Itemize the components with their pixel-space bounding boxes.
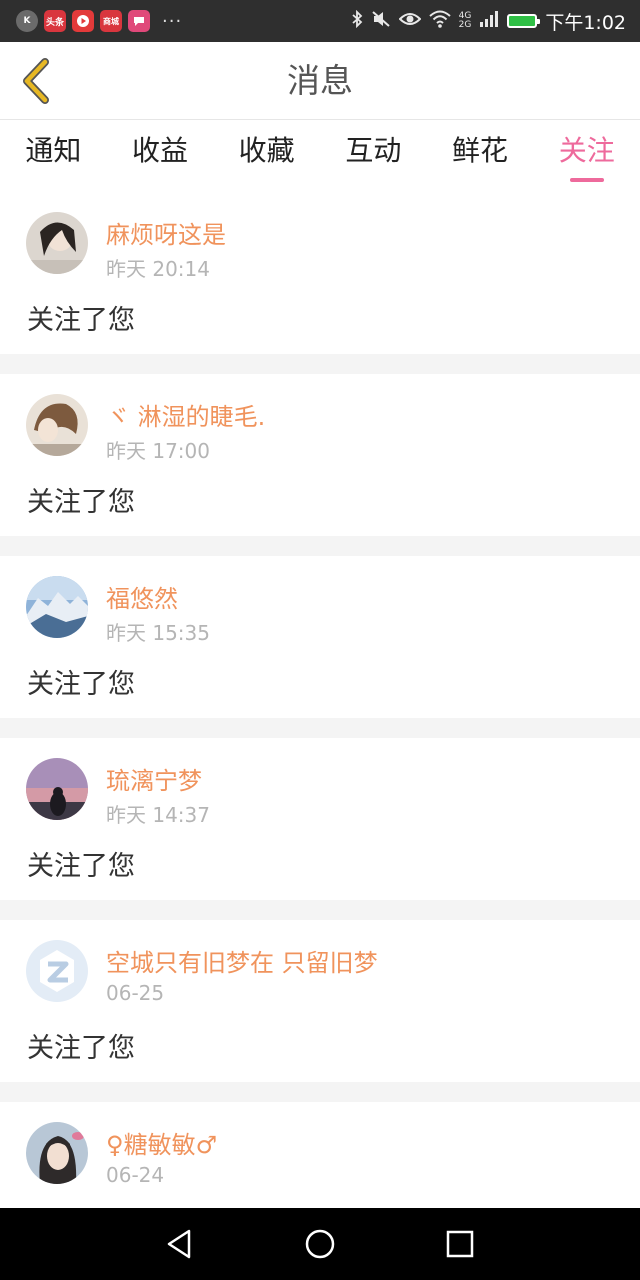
avatar[interactable] <box>26 1122 88 1184</box>
follow-message: 关注了您 <box>27 305 135 336</box>
timestamp: 昨天 14:37 <box>106 803 210 827</box>
divider <box>0 354 640 374</box>
tab-interactions[interactable]: 互动 <box>320 120 427 192</box>
network-type-icon: 4G 2G <box>458 11 472 30</box>
toutiao-icon: 头条 <box>44 10 66 32</box>
battery-icon <box>507 14 541 28</box>
divider <box>0 536 640 556</box>
tab-label: 通知 <box>25 134 82 167</box>
avatar[interactable] <box>26 576 88 638</box>
user-name[interactable]: 福悠然 <box>106 579 178 614</box>
follow-message: 关注了您 <box>27 669 135 700</box>
follow-message: 关注了您 <box>27 851 135 882</box>
tab-earnings[interactable]: 收益 <box>107 120 214 192</box>
tab-bar: 通知 收益 收藏 互动 鲜花 关注 <box>0 120 640 192</box>
chat-app-icon <box>128 10 150 32</box>
signal-icon <box>479 11 499 31</box>
avatar[interactable] <box>26 940 88 1002</box>
list-item[interactable]: 福悠然 昨天 15:35 关注了您 <box>0 556 640 718</box>
mute-icon <box>371 10 391 32</box>
home-circle-icon <box>305 1229 335 1259</box>
list-item[interactable]: ヾ 淋湿的睫毛. 昨天 17:00 关注了您 <box>0 374 640 536</box>
divider <box>0 900 640 920</box>
tab-label: 关注 <box>558 134 615 167</box>
k-app-icon: K <box>16 10 38 32</box>
back-button[interactable] <box>14 56 58 106</box>
clock: 下午1:02 <box>545 11 626 34</box>
timestamp: 06-25 <box>106 981 165 1005</box>
tab-follows[interactable]: 关注 <box>533 120 640 192</box>
active-tab-indicator <box>569 178 604 182</box>
more-notifications-icon: ··· <box>162 10 183 32</box>
timestamp: 昨天 15:35 <box>106 621 210 645</box>
list-item[interactable]: 空城只有旧梦在 只留旧梦 06-25 关注了您 <box>0 920 640 1082</box>
user-name[interactable]: ヾ 淋湿的睫毛. <box>106 397 265 432</box>
user-name[interactable]: 琉漓宁梦 <box>106 761 202 796</box>
user-name[interactable]: 麻烦呀这是 <box>106 215 226 250</box>
status-bar: K 头条 商城 ··· 4G 2G 下午1:02 <box>0 0 640 42</box>
avatar[interactable] <box>26 212 88 274</box>
tab-flowers[interactable]: 鲜花 <box>427 120 534 192</box>
chevron-left-icon <box>23 58 49 104</box>
recents-square-icon <box>446 1230 474 1258</box>
app-header: 消息 <box>0 42 640 120</box>
tab-notifications[interactable]: 通知 <box>0 120 107 192</box>
avatar[interactable] <box>26 758 88 820</box>
divider <box>0 718 640 738</box>
user-name[interactable]: 空城只有旧梦在 只留旧梦 <box>106 943 378 978</box>
wifi-icon <box>428 10 451 32</box>
user-name[interactable]: ♀糖敏敏♂ <box>106 1125 217 1160</box>
nav-back-button[interactable] <box>160 1224 200 1264</box>
shop-app-icon: 商城 <box>100 10 122 32</box>
eye-icon <box>398 11 422 31</box>
bluetooth-icon <box>351 9 363 32</box>
system-nav-bar <box>0 1208 640 1280</box>
follow-message: 关注了您 <box>27 1033 135 1064</box>
tab-label: 收益 <box>132 134 189 167</box>
video-app-icon <box>72 10 94 32</box>
divider <box>0 1082 640 1102</box>
list-item[interactable]: 琉漓宁梦 昨天 14:37 关注了您 <box>0 738 640 900</box>
follow-message: 关注了您 <box>27 487 135 518</box>
timestamp: 06-24 <box>106 1163 165 1187</box>
tab-label: 互动 <box>345 134 402 167</box>
back-triangle-icon <box>167 1229 191 1259</box>
tab-favorites[interactable]: 收藏 <box>213 120 320 192</box>
avatar[interactable] <box>26 394 88 456</box>
list-item[interactable]: 麻烦呀这是 昨天 20:14 关注了您 <box>0 192 640 354</box>
follow-list: 麻烦呀这是 昨天 20:14 关注了您 ヾ 淋湿的睫毛. 昨天 17:00 关注… <box>0 192 640 1264</box>
page-title: 消息 <box>287 61 353 100</box>
tab-label: 收藏 <box>238 134 295 167</box>
timestamp: 昨天 20:14 <box>106 257 210 281</box>
tab-label: 鲜花 <box>452 134 509 167</box>
nav-home-button[interactable] <box>300 1224 340 1264</box>
nav-recents-button[interactable] <box>440 1224 480 1264</box>
timestamp: 昨天 17:00 <box>106 439 210 463</box>
